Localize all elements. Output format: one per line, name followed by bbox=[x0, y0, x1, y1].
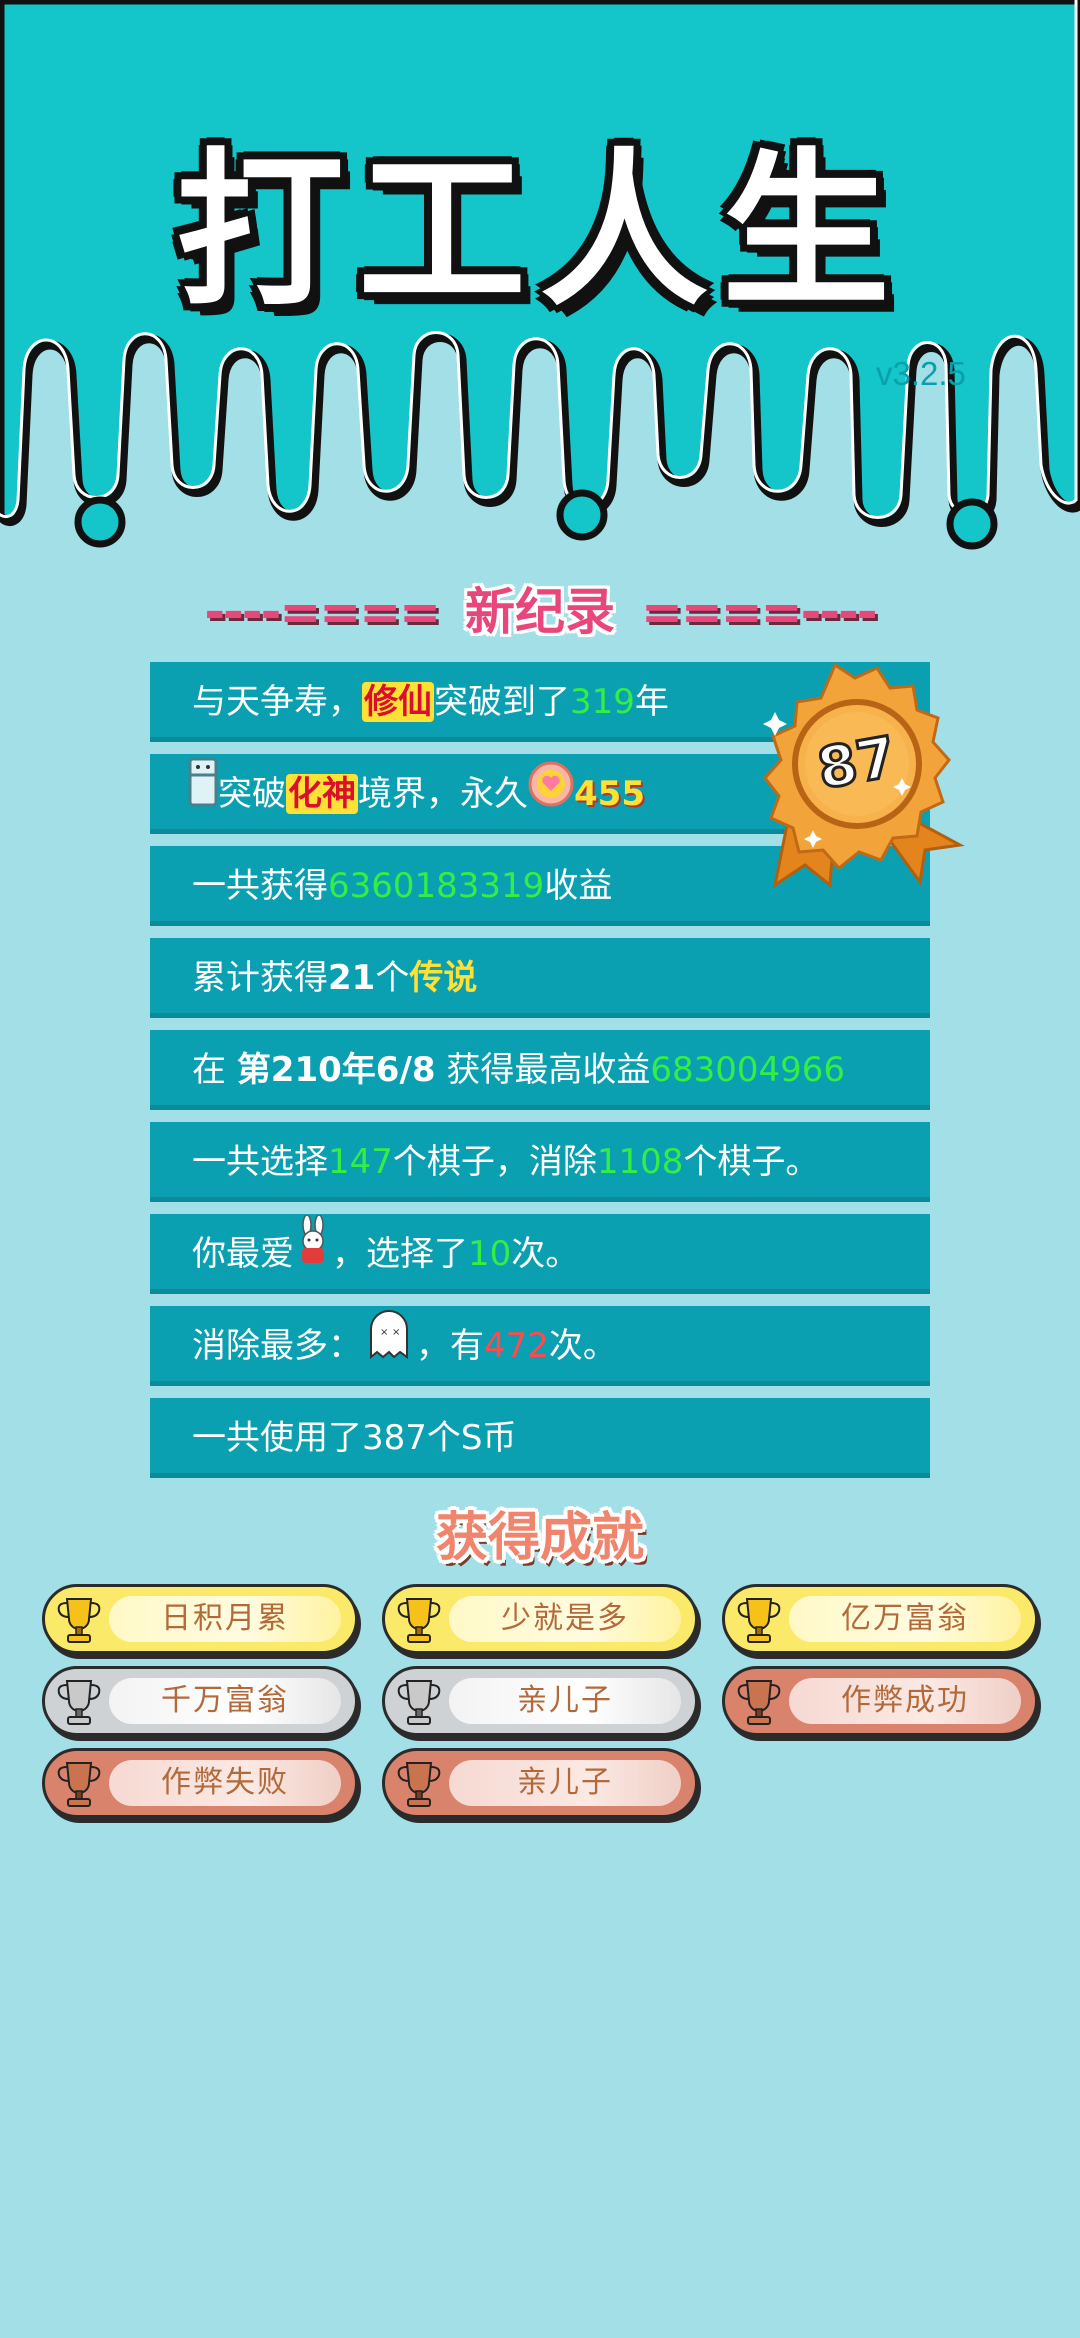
achievement-label: 作弊成功 bbox=[841, 1683, 969, 1718]
ghost-icon: × × bbox=[368, 1308, 410, 1388]
achievement-badge[interactable]: 少就是多 bbox=[382, 1584, 698, 1654]
legend-label: 传说 bbox=[409, 958, 478, 998]
achievements-title: 获得成就 bbox=[435, 1508, 644, 1568]
svg-text:×: × bbox=[380, 1327, 388, 1338]
medal-value: 87 bbox=[813, 725, 901, 803]
achievement-label: 亲儿子 bbox=[517, 1683, 613, 1718]
achievement-label: 亿万富翁 bbox=[841, 1601, 969, 1636]
trophy-icon bbox=[395, 1677, 443, 1727]
trophy-icon bbox=[395, 1759, 443, 1809]
achievement-label: 千万富翁 bbox=[161, 1683, 289, 1718]
stat-row-coins: 一共使用了387个S币 bbox=[150, 1398, 930, 1478]
trophy-icon bbox=[735, 1677, 783, 1727]
achievement-badge[interactable]: 亲儿子 bbox=[382, 1666, 698, 1736]
removed-pieces-value: 1108 bbox=[596, 1142, 684, 1182]
record-label: 新纪录 bbox=[465, 583, 615, 641]
max-income-value: 683004966 bbox=[650, 1050, 846, 1090]
coins-used-text: 一共使用了387个S币 bbox=[192, 1418, 517, 1458]
trophy-icon bbox=[55, 1595, 103, 1645]
achievement-badge[interactable]: 日积月累 bbox=[42, 1584, 358, 1654]
header: 打工人生 v3.2.5 bbox=[0, 0, 1080, 560]
stat-row-favorite: 你最爱 ，选择了10次。 bbox=[150, 1214, 930, 1294]
trophy-icon bbox=[395, 1595, 443, 1645]
total-income-value: 6360183319 bbox=[328, 866, 545, 906]
achievement-badge[interactable]: 亲儿子 bbox=[382, 1748, 698, 1818]
highlight-xiuxian: 修仙 bbox=[362, 682, 434, 722]
trophy-icon bbox=[735, 1595, 783, 1645]
achievement-badge[interactable]: 作弊失败 bbox=[42, 1748, 358, 1818]
selected-pieces-value: 147 bbox=[328, 1142, 393, 1182]
new-record-header: ----==== 新纪录 ====---- bbox=[0, 572, 1080, 644]
svg-text:×: × bbox=[392, 1327, 400, 1338]
app-title: 打工人生 bbox=[176, 133, 904, 329]
medal-badge-icon: 87 bbox=[735, 660, 975, 900]
heart-coin-icon bbox=[528, 756, 574, 836]
achievement-badge[interactable]: 千万富翁 bbox=[42, 1666, 358, 1736]
trophy-icon bbox=[55, 1677, 103, 1727]
stat-row-max-income: 在 第210年6/8 获得最高收益683004966 bbox=[150, 1030, 930, 1110]
highlight-huashen: 化神 bbox=[286, 774, 358, 814]
permanent-value: 455 bbox=[574, 774, 645, 814]
rabbit-icon bbox=[294, 1214, 332, 1296]
stat-row-most-removed: 消除最多： × × ，有472次。 bbox=[150, 1306, 930, 1386]
max-income-date: 第210年6/8 bbox=[236, 1050, 436, 1090]
most-removed-count-value: 472 bbox=[484, 1326, 549, 1366]
favorite-count-value: 10 bbox=[468, 1234, 512, 1274]
trophy-icon bbox=[55, 1759, 103, 1809]
version-label: v3.2.5 bbox=[876, 355, 966, 392]
achievement-label: 少就是多 bbox=[501, 1601, 629, 1636]
lifespan-value: 319 bbox=[570, 682, 635, 722]
legend-count-value: 21 bbox=[328, 958, 376, 998]
record-dash-right: ====---- bbox=[641, 583, 878, 641]
achievement-badge[interactable]: 作弊成功 bbox=[722, 1666, 1038, 1736]
stat-row-legend-count: 累计获得21个传说 bbox=[150, 938, 930, 1018]
fridge-icon bbox=[188, 756, 218, 836]
achievement-badge[interactable]: 亿万富翁 bbox=[722, 1584, 1038, 1654]
achievement-label: 作弊失败 bbox=[161, 1765, 289, 1800]
stat-row-pieces: 一共选择147个棋子，消除1108个棋子。 bbox=[150, 1122, 930, 1202]
achievement-label: 日积月累 bbox=[161, 1601, 289, 1636]
record-dash-left: ----==== bbox=[204, 583, 441, 641]
achievement-label: 亲儿子 bbox=[517, 1765, 613, 1800]
